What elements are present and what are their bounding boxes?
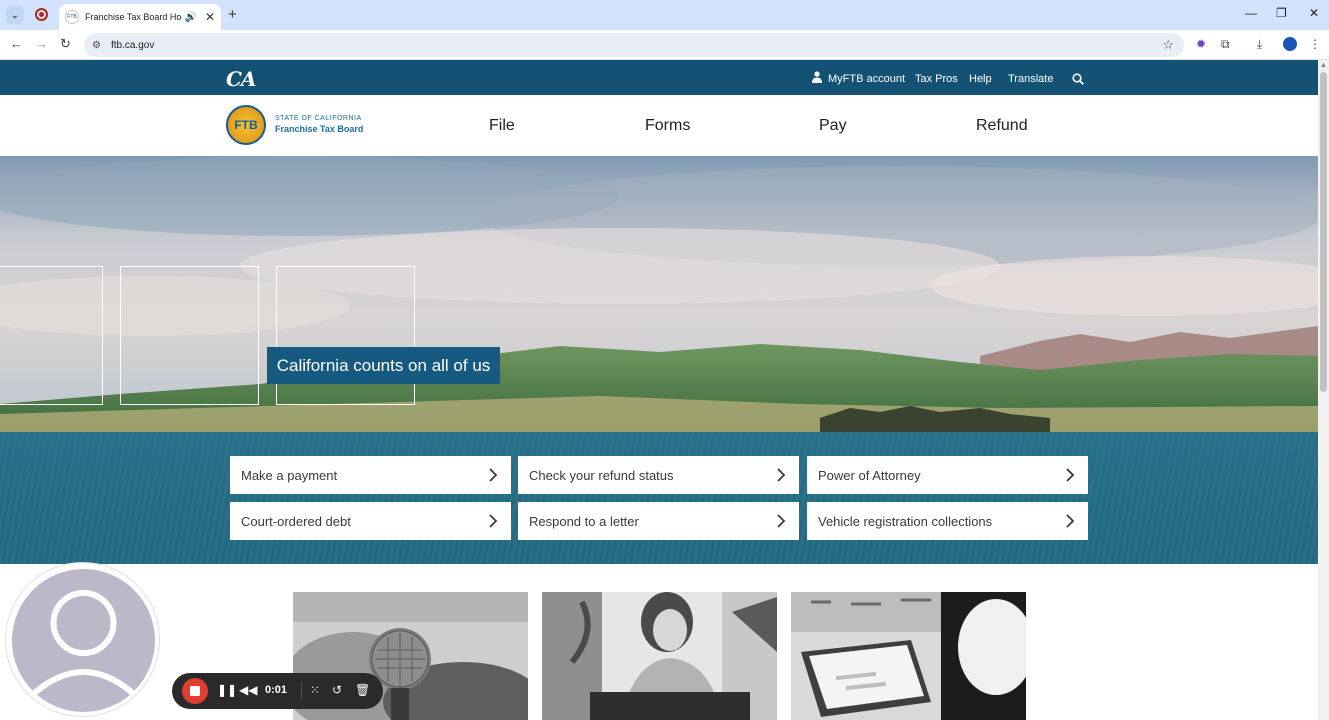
quick-links-section bbox=[0, 432, 1318, 564]
ftb-seal-logo[interactable]: FTB bbox=[226, 105, 266, 145]
power-of-attorney-link[interactable]: Power of Attorney bbox=[807, 456, 1088, 494]
check-refund-status-link[interactable]: Check your refund status bbox=[518, 456, 799, 494]
agency-state: STATE OF CALIFORNIA bbox=[275, 115, 362, 122]
main-navigation: FTB STATE OF CALIFORNIA Franchise Tax Bo… bbox=[0, 95, 1318, 156]
nav-pay[interactable]: Pay bbox=[819, 117, 847, 135]
bookmark-star-icon[interactable]: ☆ bbox=[1162, 37, 1174, 53]
hero-banner: California counts on all of us bbox=[0, 156, 1318, 432]
restore-icon[interactable]: ❐ bbox=[1276, 6, 1287, 20]
browser-tab-bar: ⌄ FTB Franchise Tax Board Homepage 🔊 ✕ +… bbox=[0, 0, 1329, 30]
agency-name[interactable]: Franchise Tax Board bbox=[275, 124, 363, 134]
myftb-account-link[interactable]: MyFTB account bbox=[828, 73, 905, 85]
extension-icon[interactable]: ✹ bbox=[1196, 37, 1206, 51]
translate-link[interactable]: Translate bbox=[1008, 73, 1053, 85]
tab-search-icon[interactable]: ⌄ bbox=[6, 6, 24, 24]
forward-icon[interactable]: → bbox=[35, 36, 48, 51]
search-icon[interactable] bbox=[1072, 73, 1084, 85]
puzzle-icon[interactable]: ⧉ bbox=[1221, 37, 1230, 52]
person-icon bbox=[812, 71, 822, 83]
ca-logo[interactable]: CA bbox=[226, 67, 256, 91]
delete-icon[interactable]: 🗑 bbox=[355, 683, 370, 697]
make-payment-link[interactable]: Make a payment bbox=[230, 456, 511, 494]
chevron-right-icon bbox=[489, 468, 498, 482]
nav-forms[interactable]: Forms bbox=[645, 117, 690, 135]
card-label: Respond to a letter bbox=[529, 513, 639, 529]
new-tab-icon[interactable]: + bbox=[228, 6, 237, 23]
webcam-avatar bbox=[5, 562, 160, 717]
window-close-icon[interactable]: ✕ bbox=[1309, 6, 1319, 20]
site-info-icon[interactable]: ⚙ bbox=[92, 40, 101, 51]
vehicle-registration-collections-link[interactable]: Vehicle registration collections bbox=[807, 502, 1088, 540]
audio-icon[interactable]: 🔊 bbox=[184, 12, 196, 23]
hero-frame-right bbox=[276, 266, 415, 405]
pause-icon[interactable]: ❚❚ bbox=[217, 683, 237, 697]
news-photo-laptop-screen[interactable] bbox=[791, 592, 1026, 720]
user-icon bbox=[27, 590, 140, 700]
news-photo-laptop-woman[interactable] bbox=[542, 592, 777, 720]
chevron-right-icon bbox=[489, 514, 498, 528]
card-label: Vehicle registration collections bbox=[818, 513, 993, 529]
respond-to-letter-link[interactable]: Respond to a letter bbox=[518, 502, 799, 540]
chevron-right-icon bbox=[1066, 514, 1075, 528]
screen-recorder-toolbar: ❚❚ ◀◀ 0:01 ⁙ ↺ 🗑 bbox=[172, 673, 383, 709]
favicon-icon: FTB bbox=[65, 10, 79, 24]
rewind-icon[interactable]: ◀◀ bbox=[239, 683, 257, 697]
chevron-right-icon bbox=[777, 468, 786, 482]
card-label: Power of Attorney bbox=[818, 467, 921, 483]
scrollbar-thumb[interactable] bbox=[1320, 72, 1327, 392]
nav-refund[interactable]: Refund bbox=[976, 117, 1028, 135]
address-bar: ← → ↻ ⚙ ftb.ca.gov ☆ ✹ ⧉ ⤓ ⋮ bbox=[0, 30, 1329, 60]
profile-icon[interactable] bbox=[1283, 37, 1297, 51]
grid-icon[interactable]: ⁙ bbox=[310, 683, 320, 697]
chevron-right-icon bbox=[1066, 468, 1075, 482]
nav-file[interactable]: File bbox=[489, 117, 515, 135]
hero-frame-middle bbox=[120, 266, 259, 405]
card-label: Court-ordered debt bbox=[241, 513, 351, 529]
chevron-right-icon bbox=[777, 514, 786, 528]
url-input[interactable]: ⚙ ftb.ca.gov ☆ bbox=[84, 33, 1184, 57]
tax-pros-link[interactable]: Tax Pros bbox=[915, 73, 958, 85]
back-icon[interactable]: ← bbox=[10, 36, 23, 51]
hero-frame-left bbox=[0, 266, 103, 405]
browser-tab[interactable]: FTB Franchise Tax Board Homepage 🔊 ✕ bbox=[59, 4, 221, 30]
reload-icon[interactable]: ↻ bbox=[60, 36, 71, 52]
card-label: Make a payment bbox=[241, 467, 338, 483]
record-icon[interactable] bbox=[35, 8, 48, 21]
card-label: Check your refund status bbox=[529, 467, 674, 483]
recording-timer: 0:01 bbox=[265, 684, 288, 696]
stop-recording-button[interactable] bbox=[182, 678, 208, 704]
download-icon[interactable]: ⤓ bbox=[1257, 37, 1262, 52]
help-link[interactable]: Help bbox=[969, 73, 992, 85]
url-text: ftb.ca.gov bbox=[110, 39, 155, 51]
scroll-up-icon[interactable]: ▲ bbox=[1320, 62, 1327, 69]
hero-tagline: California counts on all of us bbox=[267, 347, 500, 384]
court-ordered-debt-link[interactable]: Court-ordered debt bbox=[230, 502, 511, 540]
divider bbox=[301, 682, 302, 700]
menu-icon[interactable]: ⋮ bbox=[1309, 37, 1321, 51]
close-icon[interactable]: ✕ bbox=[205, 10, 215, 24]
avatar bbox=[12, 569, 155, 712]
restart-icon[interactable]: ↺ bbox=[332, 683, 342, 697]
utility-bar: CA MyFTB account Tax Pros Help Translate bbox=[0, 60, 1318, 95]
minimize-icon[interactable]: — bbox=[1245, 6, 1257, 20]
tab-title: Franchise Tax Board Homepage bbox=[85, 12, 182, 22]
